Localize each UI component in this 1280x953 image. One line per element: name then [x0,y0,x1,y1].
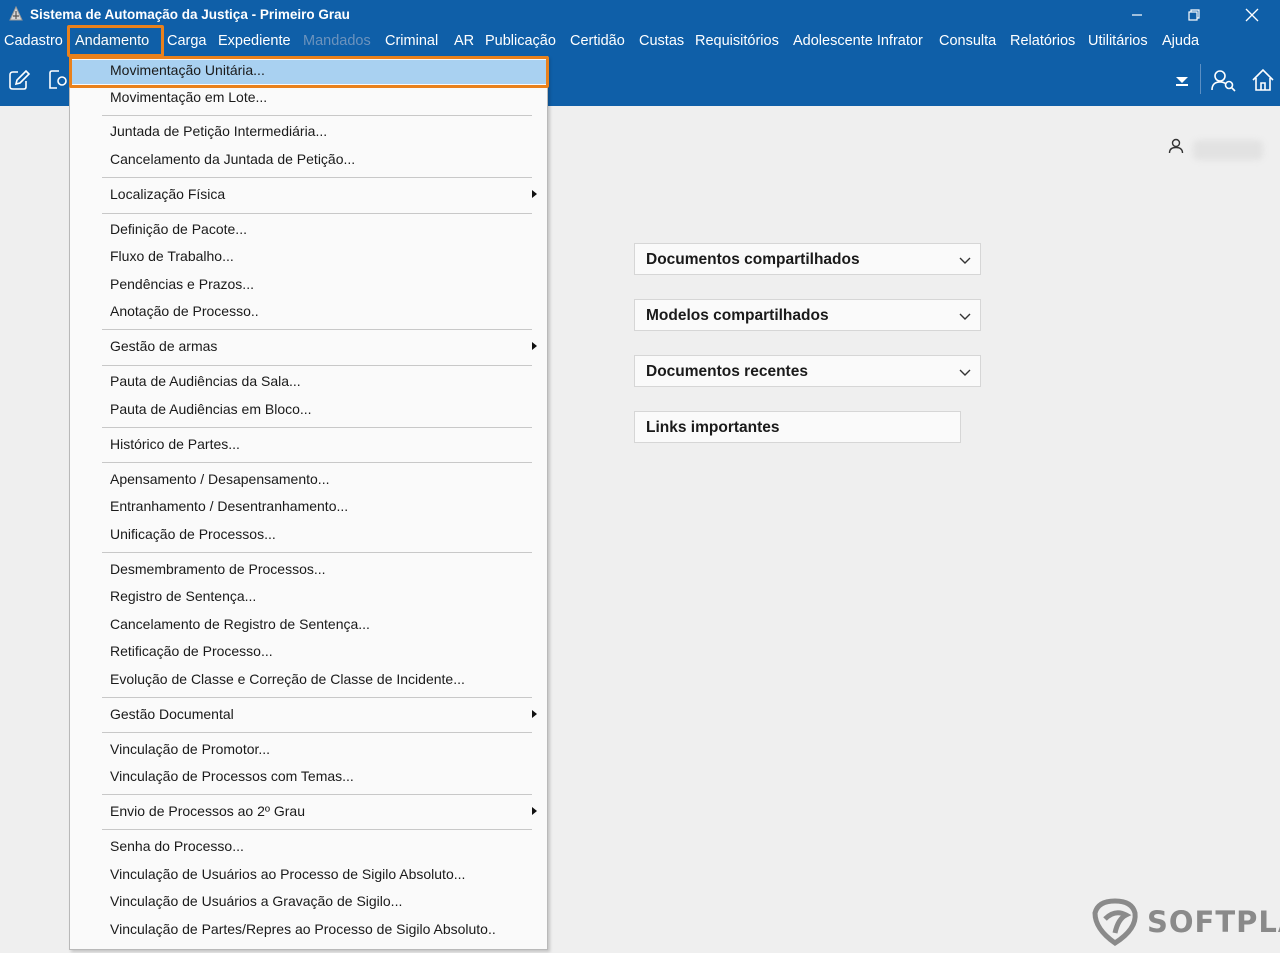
menu-ajuda[interactable]: Ajuda [1162,33,1199,49]
menu-criminal[interactable]: Criminal [385,33,438,49]
menu-separator [102,794,532,795]
documentos-recentes-panel[interactable]: Documentos recentes [634,355,981,387]
menu-item-envio-2-grau[interactable]: Envio de Processos ao 2º Grau [110,803,305,819]
menu-item-juntada-peticao[interactable]: Juntada de Petição Intermediária... [110,123,327,139]
menu-separator [102,427,532,428]
toolbar-separator [1200,64,1201,94]
menu-carga[interactable]: Carga [167,33,207,49]
menu-item-vinculacao-usuarios-sigilo[interactable]: Vinculação de Usuários ao Processo de Si… [110,866,465,882]
minimize-button[interactable] [1114,0,1160,29]
panel-title: Documentos compartilhados [646,251,860,268]
menu-andamento[interactable]: Andamento [75,33,150,49]
menu-ar[interactable]: AR [454,33,474,49]
home-button[interactable] [1249,66,1277,94]
chevron-down-icon[interactable] [958,365,972,379]
menu-item-gestao-documental[interactable]: Gestão Documental [110,706,234,722]
menu-item-historico-partes[interactable]: Histórico de Partes... [110,436,240,452]
submenu-arrow-icon [532,710,537,718]
minimize-icon [1132,13,1142,16]
menu-cadastro[interactable]: Cadastro [4,33,63,49]
user-icon [1168,138,1184,154]
logo-text: SOFTPLAN [1147,905,1280,939]
home-icon [1252,68,1274,91]
filter-icon [1176,77,1188,86]
links-importantes-panel[interactable]: Links importantes [634,411,961,443]
menu-item-desmembramento[interactable]: Desmembramento de Processos... [110,561,326,577]
menu-requisitorios[interactable]: Requisitórios [695,33,779,49]
menu-item-cancelamento-juntada[interactable]: Cancelamento da Juntada de Petição... [110,151,355,167]
menu-relatorios[interactable]: Relatórios [1010,33,1075,49]
menu-publicacao[interactable]: Publicação [485,33,556,49]
menu-item-apensamento[interactable]: Apensamento / Desapensamento... [110,471,329,487]
modelos-compartilhados-panel[interactable]: Modelos compartilhados [634,299,981,331]
documentos-compartilhados-panel[interactable]: Documentos compartilhados [634,243,981,275]
window-title: Sistema de Automação da Justiça - Primei… [30,7,350,22]
menu-item-senha-processo[interactable]: Senha do Processo... [110,838,244,854]
search-document-icon [49,70,67,89]
menu-separator [102,732,532,733]
panel-title: Links importantes [646,419,780,436]
edit-document-button[interactable] [5,66,33,94]
menu-item-vinculacao-partes-sigilo[interactable]: Vinculação de Partes/Repres ao Processo … [110,921,496,937]
menu-item-vinculacao-temas[interactable]: Vinculação de Processos com Temas... [110,768,354,784]
menu-item-unificacao[interactable]: Unificação de Processos... [110,526,276,542]
menu-separator [102,462,532,463]
menu-item-entranhamento[interactable]: Entranhamento / Desentranhamento... [110,498,348,514]
search-document-button[interactable] [44,66,72,94]
menu-item-pauta-bloco[interactable]: Pauta de Audiências em Bloco... [110,401,312,417]
restore-icon [1188,8,1200,21]
restore-button[interactable] [1171,0,1217,29]
menu-separator [102,115,532,116]
menu-adolescente-infrator[interactable]: Adolescente Infrator [793,33,923,49]
menu-separator [102,829,532,830]
menu-custas[interactable]: Custas [639,33,684,49]
menu-separator [102,213,532,214]
menu-item-anotacao-processo[interactable]: Anotação de Processo.. [110,303,259,319]
submenu-arrow-icon [532,190,537,198]
submenu-arrow-icon [532,807,537,815]
menu-item-vinculacao-promotor[interactable]: Vinculação de Promotor... [110,741,270,757]
menu-item-gestao-armas[interactable]: Gestão de armas [110,338,217,354]
menu-item-vinculacao-usuarios-gravacao[interactable]: Vinculação de Usuários a Gravação de Sig… [110,893,402,909]
menu-separator [102,177,532,178]
menu-bar: Cadastro Andamento Carga Expediente Mand… [0,29,1280,56]
menu-item-movimentacao-em-lote[interactable]: Movimentação em Lote... [110,89,267,105]
justice-scale-icon [9,6,23,21]
menu-separator [102,552,532,553]
users-search-icon [1211,70,1236,92]
menu-consulta[interactable]: Consulta [939,33,996,49]
filter-button[interactable] [1168,66,1196,94]
menu-item-localizacao-fisica[interactable]: Localização Física [110,186,225,202]
menu-separator [102,365,532,366]
close-icon [1245,8,1259,21]
menu-item-pendencias-prazos[interactable]: Pendências e Prazos... [110,276,254,292]
menu-item-retificacao-processo[interactable]: Retificação de Processo... [110,643,273,659]
andamento-dropdown-menu: Movimentação Unitária... Movimentação em… [69,56,548,950]
softplan-logo-icon [1092,898,1138,947]
edit-document-icon [9,69,31,90]
users-search-button[interactable] [1209,66,1237,94]
panel-title: Documentos recentes [646,363,808,380]
menu-item-evolucao-classe[interactable]: Evolução de Classe e Correção de Classe … [110,671,465,687]
menu-utilitarios[interactable]: Utilitários [1088,33,1148,49]
menu-item-registro-sentenca[interactable]: Registro de Sentença... [110,588,256,604]
menu-expediente[interactable]: Expediente [218,33,291,49]
panel-title: Modelos compartilhados [646,307,829,324]
menu-separator [102,329,532,330]
menu-separator [102,697,532,698]
user-name [1193,140,1263,160]
menu-certidao[interactable]: Certidão [570,33,625,49]
menu-item-cancelamento-registro-sentenca[interactable]: Cancelamento de Registro de Sentença... [110,616,370,632]
title-bar: Sistema de Automação da Justiça - Primei… [0,0,1280,29]
menu-item-movimentacao-unitaria[interactable]: Movimentação Unitária... [110,62,265,78]
close-button[interactable] [1229,0,1275,29]
chevron-down-icon[interactable] [958,309,972,323]
menu-mandados: Mandados [303,33,371,49]
menu-item-fluxo-trabalho[interactable]: Fluxo de Trabalho... [110,248,234,264]
softplan-logo: SOFTPLAN [1090,897,1280,947]
menu-item-definicao-pacote[interactable]: Definição de Pacote... [110,221,247,237]
menu-item-pauta-sala[interactable]: Pauta de Audiências da Sala... [110,373,301,389]
submenu-arrow-icon [532,342,537,350]
chevron-down-icon[interactable] [958,253,972,267]
